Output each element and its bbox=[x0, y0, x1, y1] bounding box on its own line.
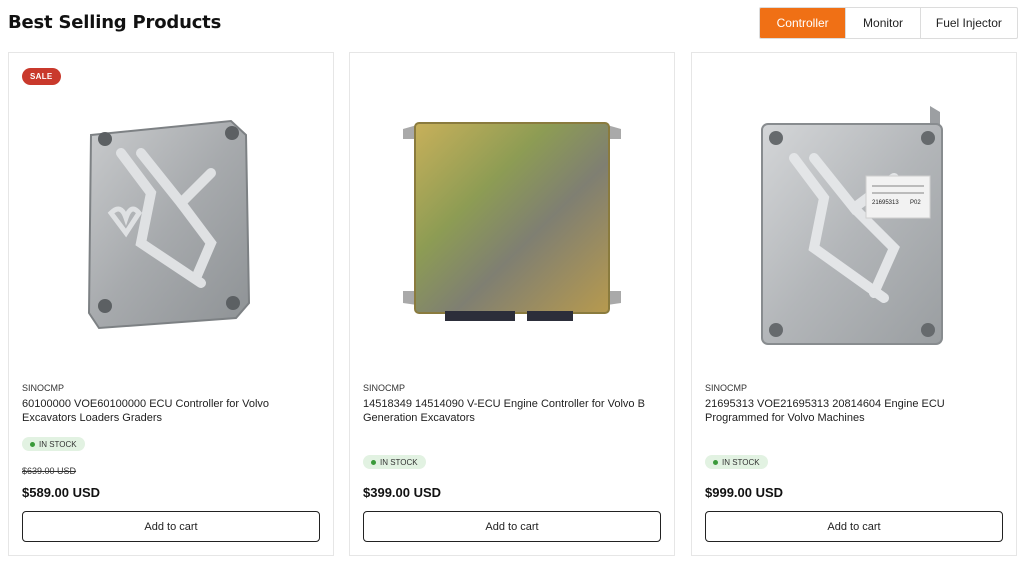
product-card: SALE SINOCMP 60100000 VOE60100000 ECU Co… bbox=[8, 52, 334, 556]
product-vendor: SINOCMP bbox=[705, 383, 748, 393]
product-image[interactable] bbox=[350, 73, 674, 373]
compare-price: $639.00 USD bbox=[22, 466, 77, 476]
stock-badge: IN STOCK bbox=[705, 455, 768, 469]
product-title[interactable]: 21695313 VOE21695313 20814604 Engine ECU… bbox=[705, 397, 995, 425]
product-price: $999.00 USD bbox=[705, 485, 784, 500]
product-card: 21695313 P02 SINOCMP 21695313 VOE2169531… bbox=[691, 52, 1017, 556]
ecu-gold-icon bbox=[403, 122, 621, 321]
category-tabs: Controller Monitor Fuel Injector bbox=[759, 7, 1018, 39]
page-title: Best Selling Products bbox=[8, 12, 222, 33]
tab-controller[interactable]: Controller bbox=[760, 8, 846, 38]
stock-badge: IN STOCK bbox=[22, 437, 85, 451]
stock-label: IN STOCK bbox=[722, 457, 760, 467]
stock-label: IN STOCK bbox=[39, 439, 77, 449]
product-price: $589.00 USD bbox=[22, 485, 101, 500]
stock-badge: IN STOCK bbox=[363, 455, 426, 469]
tab-monitor[interactable]: Monitor bbox=[845, 8, 919, 38]
product-card: SINOCMP 14518349 14514090 V-ECU Engine C… bbox=[349, 52, 675, 556]
ecu-silver-icon bbox=[87, 119, 251, 330]
product-image[interactable]: 21695313 P02 bbox=[692, 73, 1016, 373]
tab-fuel-injector[interactable]: Fuel Injector bbox=[919, 8, 1017, 38]
add-to-cart-button[interactable]: Add to cart bbox=[22, 511, 320, 542]
add-to-cart-button[interactable]: Add to cart bbox=[363, 511, 661, 542]
stock-dot-icon bbox=[371, 459, 376, 465]
ecu-label-code: P02 bbox=[910, 200, 921, 206]
ecu-label-part-number: 21695313 bbox=[872, 200, 899, 206]
stock-label: IN STOCK bbox=[380, 457, 418, 467]
product-vendor: SINOCMP bbox=[22, 383, 65, 393]
add-to-cart-button[interactable]: Add to cart bbox=[705, 511, 1003, 542]
stock-dot-icon bbox=[713, 459, 718, 465]
product-title[interactable]: 14518349 14514090 V-ECU Engine Controlle… bbox=[363, 397, 653, 425]
ecu-labeled-icon: 21695313 P02 bbox=[761, 106, 943, 345]
product-vendor: SINOCMP bbox=[363, 383, 406, 393]
stock-dot-icon bbox=[30, 441, 35, 447]
product-title[interactable]: 60100000 VOE60100000 ECU Controller for … bbox=[22, 397, 312, 425]
product-price: $399.00 USD bbox=[363, 485, 442, 500]
product-image[interactable] bbox=[9, 73, 333, 373]
